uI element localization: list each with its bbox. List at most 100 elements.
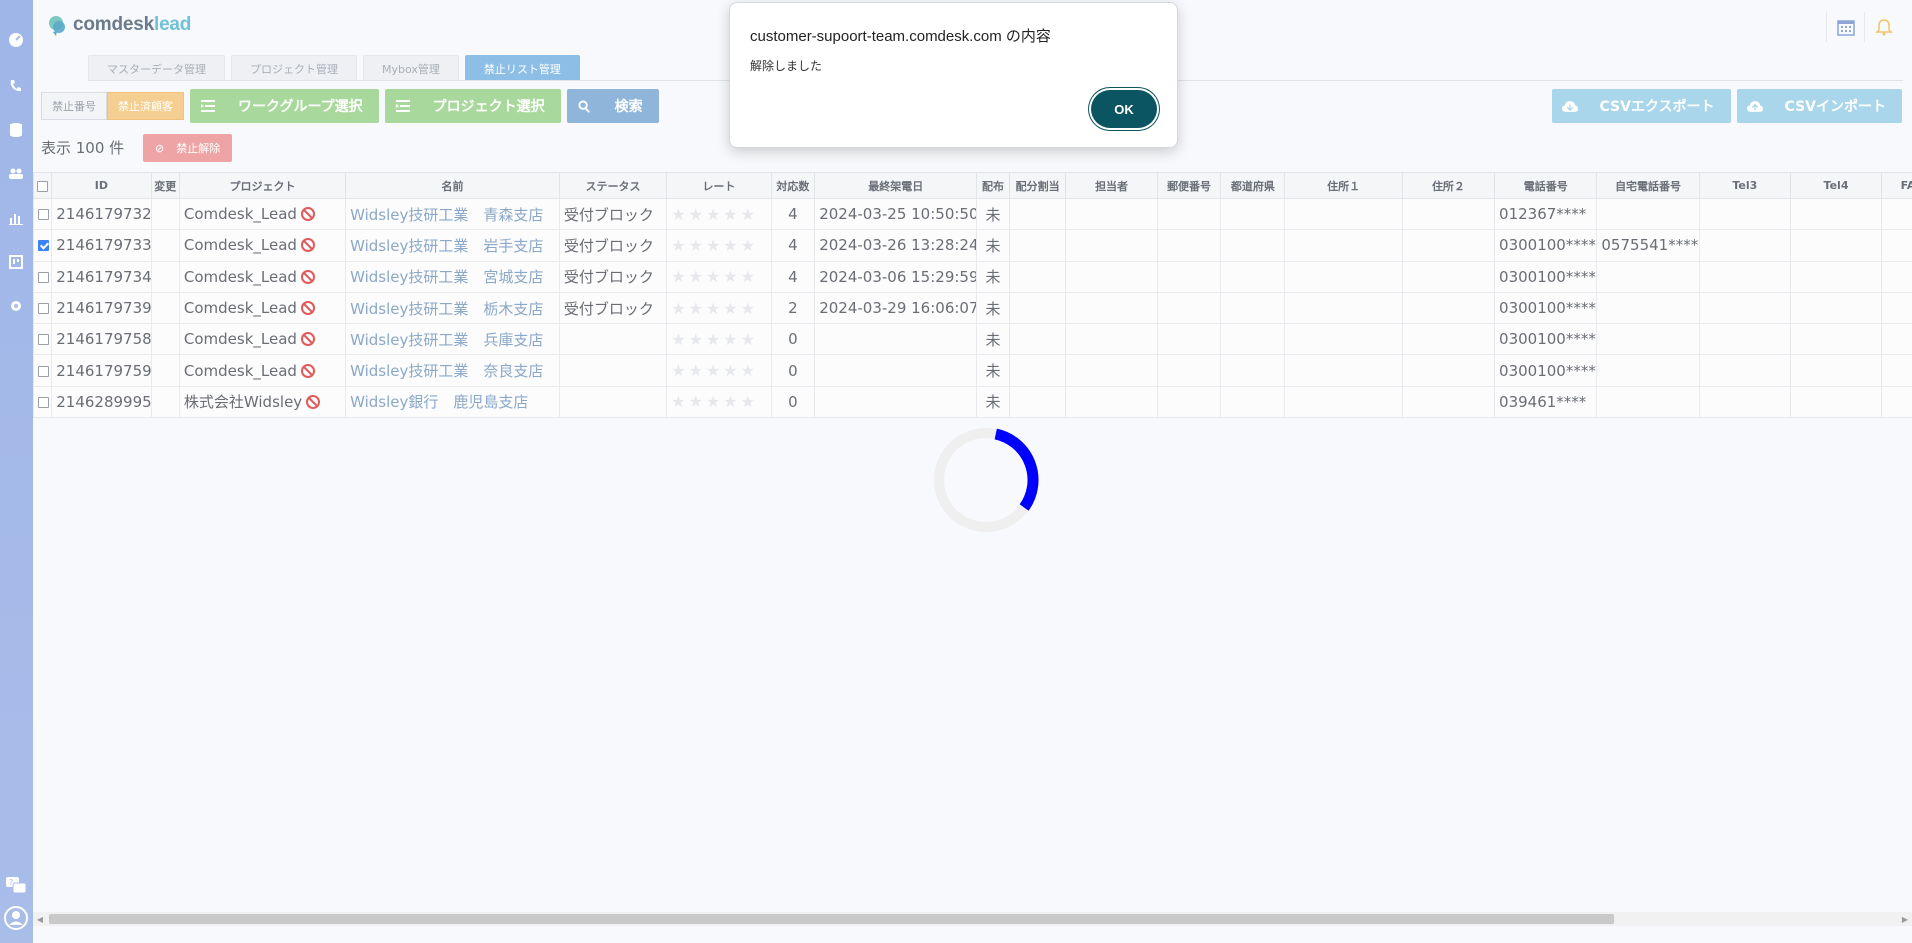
table-row[interactable]: 2146179739 Comdesk_Lead Widsley技研工業 栃木支店 受付… xyxy=(32,291,1912,325)
row-select[interactable] xyxy=(32,323,53,356)
gear-icon[interactable] xyxy=(6,296,26,316)
row-checkbox[interactable] xyxy=(38,396,49,408)
chart-icon[interactable] xyxy=(6,208,26,228)
column-header[interactable]: ステータス xyxy=(558,172,668,199)
cell-change[interactable] xyxy=(150,291,180,325)
column-header[interactable]: 最終架電日 xyxy=(814,172,978,199)
column-header[interactable]: 名前 xyxy=(345,172,560,199)
cell-change[interactable] xyxy=(150,260,180,293)
cell-rate[interactable]: ★★★★★ xyxy=(666,260,772,293)
column-header[interactable]: 住所２ xyxy=(1401,172,1496,199)
cell-change[interactable] xyxy=(150,385,180,419)
column-header[interactable]: 電話番号 xyxy=(1494,172,1598,199)
scroll-left-arrow[interactable]: ◀ xyxy=(35,914,45,924)
csv-export-button[interactable]: CSVエクスポート xyxy=(1551,89,1731,123)
row-select[interactable] xyxy=(32,260,53,293)
row-select[interactable] xyxy=(32,291,53,325)
tab-ban-list[interactable]: 禁止リスト管理 xyxy=(464,55,580,81)
tab-master-data[interactable]: マスターデータ管理 xyxy=(88,55,225,81)
workgroup-select-button[interactable]: ワークグループ選択 xyxy=(190,89,379,123)
ok-button[interactable]: OK xyxy=(1091,90,1157,128)
cell-change[interactable] xyxy=(150,197,180,231)
logo[interactable]: comdesklead xyxy=(47,14,191,36)
rating-stars[interactable]: ★★★★★ xyxy=(671,299,758,318)
table-row[interactable]: 2146179759 Comdesk_Lead Widsley技研工業 奈良支店 ★★… xyxy=(32,354,1912,387)
bell-icon[interactable] xyxy=(1864,12,1902,42)
rating-stars[interactable]: ★★★★★ xyxy=(671,361,758,380)
column-header[interactable]: 郵便番号 xyxy=(1156,172,1222,199)
row-select[interactable] xyxy=(32,197,53,231)
column-header[interactable]: 対応数 xyxy=(770,172,816,199)
row-checkbox[interactable] xyxy=(38,209,49,221)
cell-change[interactable] xyxy=(150,354,180,387)
csv-import-button[interactable]: CSVインポート xyxy=(1736,89,1902,123)
project-select-button[interactable]: プロジェクト選択 xyxy=(384,89,561,123)
column-header[interactable]: プロジェクト xyxy=(178,172,347,199)
cell-name[interactable]: Widsley技研工業 兵庫支店 xyxy=(345,323,560,356)
column-header[interactable]: レート xyxy=(666,172,772,199)
column-header[interactable]: FA xyxy=(1881,172,1912,199)
table-row[interactable]: 2146179734 Comdesk_Lead Widsley技研工業 宮城支店 受付… xyxy=(32,260,1912,293)
column-header[interactable]: 配布 xyxy=(976,172,1010,199)
header-select-all[interactable] xyxy=(32,172,53,199)
banned-customers-toggle[interactable]: 禁止済顧客 xyxy=(107,92,184,120)
column-header[interactable]: 担当者 xyxy=(1065,172,1158,199)
table-row[interactable]: 2146179732 Comdesk_Lead Widsley技研工業 青森支店 受付… xyxy=(32,197,1912,231)
cell-rate[interactable]: ★★★★★ xyxy=(666,385,772,419)
column-header[interactable]: 自宅電話番号 xyxy=(1596,172,1700,199)
banned-numbers-toggle[interactable]: 禁止番号 xyxy=(41,92,107,120)
rating-stars[interactable]: ★★★★★ xyxy=(671,330,758,349)
cell-rate[interactable]: ★★★★★ xyxy=(666,323,772,356)
row-select[interactable] xyxy=(32,354,53,387)
column-header[interactable]: Tel3 xyxy=(1698,172,1791,199)
column-header[interactable]: 変更 xyxy=(150,172,180,199)
row-select[interactable] xyxy=(32,385,53,419)
cell-name[interactable]: Widsley技研工業 岩手支店 xyxy=(345,229,560,262)
scroll-right-arrow[interactable]: ▶ xyxy=(1900,914,1910,924)
database-icon[interactable] xyxy=(6,120,26,140)
table-row[interactable]: 2146179733 Comdesk_Lead Widsley技研工業 岩手支店 受付… xyxy=(32,229,1912,262)
tab-mybox[interactable]: Mybox管理 xyxy=(363,55,459,81)
calendar-icon[interactable] xyxy=(1826,12,1864,42)
dashboard-icon[interactable] xyxy=(6,30,26,50)
table-row[interactable]: 2146289995 株式会社Widsley Widsley銀行 鹿児島支店 ★★★★… xyxy=(32,385,1912,419)
row-select[interactable] xyxy=(32,229,53,262)
cell-name[interactable]: Widsley技研工業 宮城支店 xyxy=(345,260,560,293)
scrollbar-thumb[interactable] xyxy=(49,914,1614,924)
row-checkbox[interactable] xyxy=(38,365,49,377)
unban-button[interactable]: ⊘ 禁止解除 xyxy=(143,134,233,162)
rating-stars[interactable]: ★★★★★ xyxy=(671,267,758,286)
help-chat-icon[interactable]: ? xyxy=(3,873,29,899)
row-checkbox[interactable] xyxy=(38,240,49,252)
cell-name[interactable]: Widsley銀行 鹿児島支店 xyxy=(345,385,560,419)
cell-rate[interactable]: ★★★★★ xyxy=(666,354,772,387)
search-button[interactable]: 検索 xyxy=(566,89,659,123)
cell-rate[interactable]: ★★★★★ xyxy=(666,291,772,325)
cell-change[interactable] xyxy=(150,323,180,356)
column-header[interactable]: 配分割当 xyxy=(1008,172,1067,199)
horizontal-scrollbar[interactable]: ◀ ▶ xyxy=(33,912,1912,926)
column-header[interactable]: 住所１ xyxy=(1284,172,1403,199)
cell-change[interactable] xyxy=(150,229,180,262)
phone-icon[interactable] xyxy=(6,76,26,96)
user-avatar-icon[interactable] xyxy=(3,905,29,931)
column-header[interactable]: 都道府県 xyxy=(1220,172,1286,199)
rating-stars[interactable]: ★★★★★ xyxy=(671,236,758,255)
cell-name[interactable]: Widsley技研工業 栃木支店 xyxy=(345,291,560,325)
column-header[interactable]: Tel4 xyxy=(1789,172,1883,199)
table-row[interactable]: 2146179758 Comdesk_Lead Widsley技研工業 兵庫支店 ★★… xyxy=(32,323,1912,356)
cell-name[interactable]: Widsley技研工業 青森支店 xyxy=(345,197,560,231)
rating-stars[interactable]: ★★★★★ xyxy=(671,392,758,411)
row-checkbox[interactable] xyxy=(38,271,49,283)
cell-name[interactable]: Widsley技研工業 奈良支店 xyxy=(345,354,560,387)
cell-rate[interactable]: ★★★★★ xyxy=(666,197,772,231)
column-header[interactable]: ID xyxy=(51,172,152,199)
row-checkbox[interactable] xyxy=(38,334,49,346)
rating-stars[interactable]: ★★★★★ xyxy=(671,205,758,224)
cell-rate[interactable]: ★★★★★ xyxy=(666,229,772,262)
tab-project[interactable]: プロジェクト管理 xyxy=(231,55,357,81)
select-all-checkbox[interactable] xyxy=(37,180,49,192)
users-icon[interactable] xyxy=(6,164,26,184)
row-checkbox[interactable] xyxy=(38,303,49,315)
board-icon[interactable] xyxy=(6,252,26,272)
